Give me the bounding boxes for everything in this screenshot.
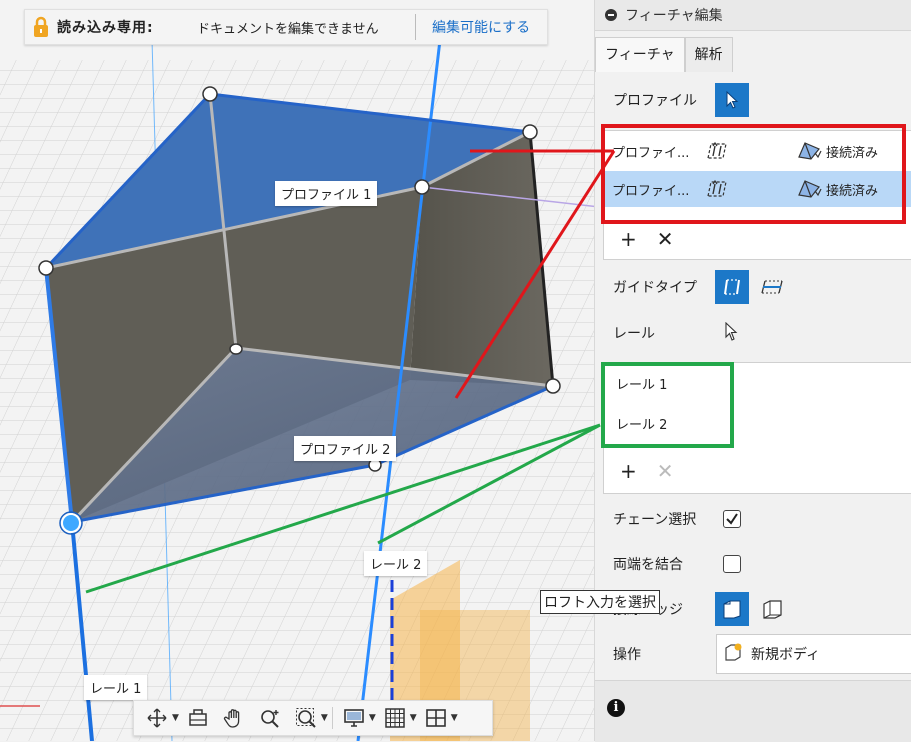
make-editable-link[interactable]: 編集可能にする xyxy=(432,17,530,37)
orbit-icon[interactable] xyxy=(140,704,174,732)
lock-icon xyxy=(31,15,51,39)
rail-1-label[interactable]: レール 1 xyxy=(84,675,148,700)
profile-1-label[interactable]: プロファイル 1 xyxy=(275,181,378,206)
centerline-guide-icon[interactable] xyxy=(759,276,785,302)
chain-selection-label: チェーン選択 xyxy=(613,512,697,528)
remove-icon: ✕ xyxy=(656,459,674,483)
rails-guide-icon xyxy=(724,279,740,295)
panel-tabs: フィーチャ 解析 xyxy=(595,37,733,73)
fit-icon[interactable] xyxy=(289,704,323,732)
navigation-toolbar: ▼ ▼ ▼ ▼ ▼ xyxy=(133,700,493,736)
display-settings-icon[interactable] xyxy=(337,704,371,732)
connected-condition-icon[interactable] xyxy=(797,177,823,203)
rail-label: レール xyxy=(613,326,655,342)
canvas-viewport[interactable]: 読み込み専用: ドキュメントを編集できません 編集可能にする プロファイル 1 … xyxy=(0,0,594,741)
keep-edges-icon[interactable] xyxy=(761,598,785,624)
profile-label: プロファイル xyxy=(613,93,697,109)
profile-name: プロファイ... xyxy=(612,145,690,161)
chain-selection-checkbox[interactable] xyxy=(723,510,741,528)
tab-analysis[interactable]: 解析 xyxy=(684,37,733,72)
guide-type-row: ガイドタイプ xyxy=(595,268,911,306)
rail-list-item[interactable]: レール 1 xyxy=(604,365,911,401)
remove-icon[interactable]: ✕ xyxy=(657,227,674,251)
profile-condition[interactable]: 接続済み xyxy=(826,142,878,161)
guide-type-label: ガイドタイプ xyxy=(613,280,697,296)
tangent-edges-merge-button[interactable] xyxy=(715,592,749,626)
collapse-icon[interactable] xyxy=(605,9,617,21)
check-icon xyxy=(726,513,738,525)
add-icon[interactable]: + xyxy=(620,227,637,251)
rail-list-actions: + ✕ xyxy=(620,459,674,483)
panel-title: フィーチャ編集 xyxy=(625,8,723,24)
chevron-down-icon[interactable]: ▼ xyxy=(451,713,458,723)
info-icon[interactable]: i xyxy=(607,699,625,717)
panel-footer: i xyxy=(595,680,911,742)
chevron-down-icon[interactable]: ▼ xyxy=(172,713,179,723)
rail-row: レール xyxy=(595,316,911,350)
flip-direction-icon[interactable] xyxy=(705,141,729,165)
merge-ends-row: 両端を結合 xyxy=(595,548,911,580)
chain-selection-row: チェーン選択 xyxy=(595,503,911,535)
operation-label: 操作 xyxy=(613,647,641,663)
rail-name: レール 2 xyxy=(616,417,668,433)
operation-select[interactable]: 新規ボディ xyxy=(716,634,911,674)
new-body-icon xyxy=(723,642,743,666)
cursor-icon[interactable] xyxy=(723,321,739,346)
rail-list: レール 1 レール 2 + ✕ xyxy=(603,362,911,494)
grid-settings-icon[interactable] xyxy=(378,704,412,732)
guide-type-rails-button[interactable] xyxy=(715,270,749,304)
tab-feature[interactable]: フィーチャ xyxy=(595,37,685,72)
viewports-icon[interactable] xyxy=(419,704,453,732)
chevron-down-icon[interactable]: ▼ xyxy=(321,713,328,723)
merge-edges-icon xyxy=(723,600,741,619)
panel-header: フィーチャ編集 xyxy=(595,0,911,31)
add-icon[interactable]: + xyxy=(620,459,637,483)
tooltip: ロフト入力を選択 xyxy=(540,590,660,614)
zoom-icon[interactable] xyxy=(253,704,287,732)
profile-list-item[interactable]: プロファイ... 接続済み xyxy=(604,171,911,207)
profile-2-label[interactable]: プロファイル 2 xyxy=(294,436,397,461)
connected-condition-icon[interactable] xyxy=(797,139,823,165)
flip-direction-icon[interactable] xyxy=(705,179,729,203)
profile-select-button[interactable] xyxy=(715,83,749,117)
rail-2-label[interactable]: レール 2 xyxy=(364,551,428,576)
operation-value: 新規ボディ xyxy=(751,647,821,663)
chevron-down-icon[interactable]: ▼ xyxy=(369,713,376,723)
profile-condition[interactable]: 接続済み xyxy=(826,180,878,199)
merge-ends-label: 両端を結合 xyxy=(613,557,683,573)
profile-list-actions: + ✕ xyxy=(620,227,674,251)
rail-name: レール 1 xyxy=(616,377,668,393)
look-at-icon[interactable] xyxy=(181,704,215,732)
profile-list-item[interactable]: プロファイ... 接続済み xyxy=(604,133,911,169)
cursor-icon xyxy=(726,91,739,109)
profile-row: プロファイル xyxy=(595,82,911,118)
edit-feature-panel: フィーチャ編集 フィーチャ 解析 プロファイル プロファイ... 接続済み プロ… xyxy=(594,0,911,742)
profile-list: プロファイ... 接続済み プロファイ... 接続済み + ✕ xyxy=(603,130,911,260)
chevron-down-icon[interactable]: ▼ xyxy=(410,713,417,723)
read-only-message: ドキュメントを編集できません xyxy=(197,21,379,37)
read-only-label: 読み込み専用: xyxy=(57,20,154,36)
profile-name: プロファイ... xyxy=(612,183,690,199)
rail-list-item[interactable]: レール 2 xyxy=(604,405,911,441)
scene-3d[interactable] xyxy=(0,0,594,741)
merge-ends-checkbox[interactable] xyxy=(723,555,741,573)
read-only-notification: 読み込み専用: ドキュメントを編集できません 編集可能にする xyxy=(24,9,548,45)
pan-icon[interactable] xyxy=(217,704,251,732)
